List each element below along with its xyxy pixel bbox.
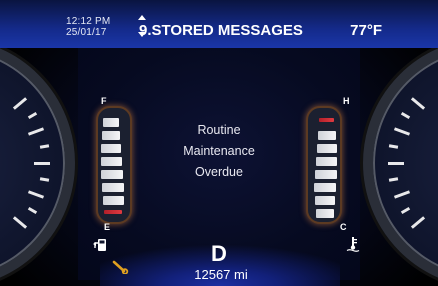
dial-tick (28, 127, 45, 136)
coolant-temp-gauge (306, 106, 342, 224)
dial-tick (410, 215, 425, 229)
dial-tick (39, 144, 49, 149)
dial-tick (389, 144, 399, 149)
dial-tick (28, 207, 38, 215)
status-bar: 12:12 PM 25/01/17 9.STORED MESSAGES 77°F (0, 0, 438, 48)
dial-tick (400, 111, 410, 119)
coolant-temperature-icon (346, 237, 360, 252)
wrench-icon (112, 260, 129, 274)
dial-tick (39, 177, 49, 182)
dial-tick (34, 161, 50, 165)
clock-time: 12:12 PM (66, 16, 111, 27)
dial-tick (28, 111, 38, 119)
instrument-cluster-display: 12:12 PM 25/01/17 9.STORED MESSAGES 77°F… (0, 0, 438, 286)
dial-tick (389, 177, 399, 182)
fuel-full-label: F (101, 96, 107, 106)
left-dial-gauge (0, 38, 75, 286)
dial-tick (400, 207, 410, 215)
message-line: Routine (197, 123, 241, 137)
dial-tick (28, 190, 45, 199)
fuel-empty-label: E (104, 222, 111, 232)
maintenance-message: Routine Maintenance Overdue (150, 120, 288, 183)
message-line: Overdue (195, 165, 243, 179)
dial-tick (388, 161, 404, 165)
message-line: Maintenance (183, 144, 255, 158)
dial-tick (13, 97, 28, 111)
temp-cold-label: C (340, 222, 347, 232)
menu-title: 9.STORED MESSAGES (139, 22, 303, 39)
dial-tick (410, 97, 425, 111)
odometer: 12567 mi (194, 267, 248, 282)
dial-tick (393, 190, 410, 199)
fuel-level-gauge (96, 106, 132, 224)
right-dial-gauge (363, 38, 438, 286)
outside-temperature: 77°F (350, 22, 382, 39)
dial-tick (393, 127, 410, 136)
dial-tick (13, 215, 28, 229)
temp-hot-label: H (343, 96, 350, 106)
clock-date: 25/01/17 (66, 27, 107, 38)
gear-indicator: D (211, 241, 227, 266)
